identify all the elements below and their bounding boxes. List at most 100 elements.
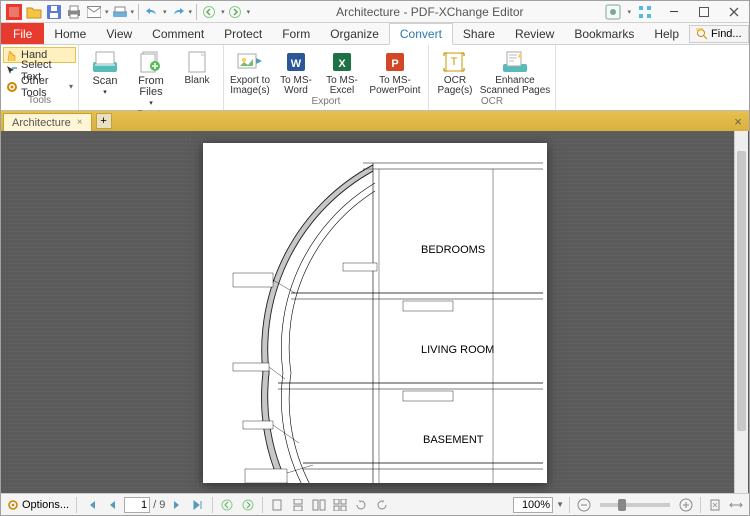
file-tab[interactable]: File: [1, 23, 44, 44]
window-title: Architecture - PDF-XChange Editor: [254, 5, 605, 19]
next-view-button[interactable]: [239, 496, 257, 514]
scan-button[interactable]: Scan▾: [83, 47, 127, 109]
tab-protect[interactable]: Protect: [214, 23, 272, 44]
powerpoint-icon: P: [380, 49, 410, 75]
tab-help[interactable]: Help: [644, 23, 689, 44]
last-page-button[interactable]: [189, 496, 207, 514]
document-tab-bar: Architecture × + ×: [1, 111, 749, 131]
blank-button[interactable]: Blank: [175, 47, 219, 109]
nav-back-icon[interactable]: [201, 3, 219, 21]
rotate-cw-button[interactable]: [373, 496, 391, 514]
maximize-button[interactable]: [689, 1, 719, 23]
to-word-button[interactable]: W To MS-Word: [274, 47, 318, 96]
options-label: Options...: [22, 499, 69, 511]
tab-home[interactable]: Home: [44, 23, 96, 44]
document-tab[interactable]: Architecture ×: [3, 113, 92, 131]
svg-text:BEDROOMS: BEDROOMS: [421, 244, 485, 256]
tools-group: Hand Select Text Other Tools ▾ Tools: [1, 45, 79, 110]
from-files-icon: [136, 49, 166, 75]
nav-forward-icon[interactable]: [227, 3, 245, 21]
close-all-tabs-button[interactable]: ×: [729, 112, 747, 130]
title-bar: ▾ ▾ ▾ ▾ ▾ ▾ Architecture - PDF-XChange E…: [1, 1, 749, 23]
export-group: Export to Image(s) W To MS-Word X To MS-…: [224, 45, 429, 110]
chevron-down-icon: ▾: [69, 82, 73, 91]
layout-facing-button[interactable]: [310, 496, 328, 514]
tab-share[interactable]: Share: [453, 23, 505, 44]
svg-text:T: T: [451, 56, 458, 68]
find-label: Find...: [711, 28, 742, 40]
tab-bookmarks[interactable]: Bookmarks: [564, 23, 644, 44]
tab-view[interactable]: View: [96, 23, 142, 44]
new-tab-button[interactable]: +: [96, 113, 112, 129]
open-icon[interactable]: [25, 3, 43, 21]
launch-icon[interactable]: [637, 4, 653, 20]
export-label: Export: [228, 96, 424, 110]
excel-icon: X: [327, 49, 357, 75]
page-total: / 9: [153, 499, 165, 511]
app-icon: [5, 3, 23, 21]
document-viewport[interactable]: BEDROOMS LIVING ROOM BASEMENT: [1, 131, 749, 493]
minimize-button[interactable]: ─: [659, 1, 689, 23]
ui-options-icon[interactable]: [605, 4, 621, 20]
hand-icon: [6, 49, 18, 61]
ocr-label: OCR: [433, 96, 551, 110]
layout-continuous-button[interactable]: [289, 496, 307, 514]
layout-facing-cont-button[interactable]: [331, 496, 349, 514]
find-icon: [696, 28, 708, 40]
fit-page-button[interactable]: [706, 496, 724, 514]
export-images-icon: [235, 49, 265, 75]
ribbon-tab-bar: File Home View Comment Protect Form Orga…: [1, 23, 749, 45]
save-icon[interactable]: [45, 3, 63, 21]
email-icon[interactable]: [85, 3, 103, 21]
enhance-scanned-button[interactable]: Enhance Scanned Pages: [479, 47, 551, 96]
zoom-input[interactable]: [513, 497, 553, 513]
gear-icon: [6, 81, 18, 93]
tab-organize[interactable]: Organize: [320, 23, 389, 44]
find-button[interactable]: Find...: [689, 25, 749, 43]
first-page-button[interactable]: [82, 496, 100, 514]
print-icon[interactable]: [65, 3, 83, 21]
svg-text:P: P: [391, 58, 398, 70]
prev-page-button[interactable]: [103, 496, 121, 514]
doc-tab-close-icon[interactable]: ×: [77, 117, 83, 128]
blank-page-icon: [182, 49, 212, 75]
scan-qat-icon[interactable]: [111, 3, 129, 21]
tab-review[interactable]: Review: [505, 23, 564, 44]
zoom-slider[interactable]: [600, 503, 670, 507]
from-files-button[interactable]: From Files▾: [129, 47, 173, 109]
close-button[interactable]: [719, 1, 749, 23]
other-tools-menu[interactable]: Other Tools ▾: [3, 79, 76, 95]
to-excel-button[interactable]: X To MS-Excel: [320, 47, 364, 96]
redo-icon[interactable]: [169, 3, 187, 21]
doc-tab-label: Architecture: [12, 117, 71, 129]
zoom-in-button[interactable]: [677, 496, 695, 514]
zoom-dropdown-icon[interactable]: ▼: [556, 500, 564, 509]
layout-single-button[interactable]: [268, 496, 286, 514]
prev-view-button[interactable]: [218, 496, 236, 514]
vertical-scrollbar[interactable]: [734, 131, 748, 493]
next-page-button[interactable]: [168, 496, 186, 514]
svg-text:LIVING ROOM: LIVING ROOM: [421, 344, 494, 356]
undo-icon[interactable]: [143, 3, 161, 21]
quick-access-toolbar: ▾ ▾ ▾ ▾ ▾ ▾: [1, 3, 254, 21]
enhance-icon: [500, 49, 530, 75]
page-number-input[interactable]: [124, 497, 150, 513]
scrollbar-thumb[interactable]: [737, 151, 746, 431]
svg-text:W: W: [291, 58, 302, 70]
zoom-slider-knob[interactable]: [618, 499, 626, 511]
export-images-button[interactable]: Export to Image(s): [228, 47, 272, 96]
zoom-out-button[interactable]: [575, 496, 593, 514]
tab-form[interactable]: Form: [272, 23, 320, 44]
tab-comment[interactable]: Comment: [142, 23, 214, 44]
svg-text:X: X: [338, 58, 346, 70]
ocr-pages-button[interactable]: T OCR Page(s): [433, 47, 477, 96]
scanner-icon: [90, 49, 120, 75]
tab-convert[interactable]: Convert: [389, 23, 453, 45]
rotate-ccw-button[interactable]: [352, 496, 370, 514]
ribbon-panel: Hand Select Text Other Tools ▾ Tools Sca…: [1, 45, 749, 111]
to-powerpoint-button[interactable]: P To MS-PowerPoint: [366, 47, 424, 96]
select-text-icon: [6, 65, 18, 77]
fit-width-button[interactable]: [727, 496, 745, 514]
status-bar: Options... / 9 ▼: [1, 493, 749, 515]
options-button[interactable]: Options...: [5, 496, 71, 514]
